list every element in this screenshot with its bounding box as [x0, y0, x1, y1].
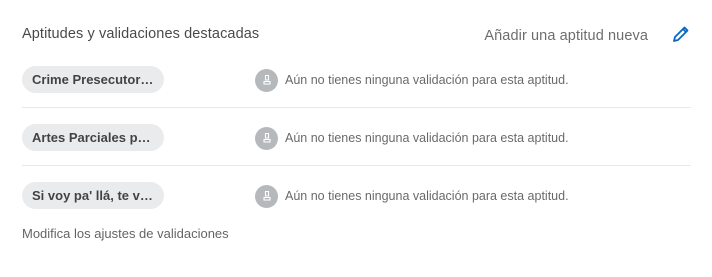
endorsement-text: Aún no tienes ninguna validación para es…	[285, 189, 569, 203]
endorsement-status: Aún no tienes ninguna validación para es…	[255, 184, 569, 208]
skill-pill[interactable]: Artes Parciales pa,...	[22, 124, 164, 151]
edit-skills-button[interactable]	[670, 23, 692, 45]
person-icon	[255, 68, 278, 92]
endorsement-settings-link[interactable]: Modifica los ajustes de validaciones	[22, 226, 229, 241]
skill-pill[interactable]: Crime Presecutor -...	[22, 66, 164, 93]
skill-label: Crime Presecutor -...	[32, 72, 154, 87]
section-title: Aptitudes y validaciones destacadas	[22, 26, 260, 42]
person-icon	[255, 126, 278, 150]
skill-row: Artes Parciales pa,... Aún no tienes nin…	[22, 108, 691, 166]
skills-list: Crime Presecutor -... Aún no tienes ning…	[22, 50, 691, 224]
endorsement-text: Aún no tienes ninguna validación para es…	[285, 73, 569, 87]
endorsement-text: Aún no tienes ninguna validación para es…	[285, 131, 569, 145]
skill-label: Si voy pa' llá, te va...	[32, 188, 154, 203]
endorsement-status: Aún no tienes ninguna validación para es…	[255, 126, 569, 150]
endorsement-status: Aún no tienes ninguna validación para es…	[255, 68, 569, 92]
skills-card: Aptitudes y validaciones destacadas Añad…	[0, 0, 712, 277]
pencil-icon	[673, 26, 689, 42]
skill-label: Artes Parciales pa,...	[32, 130, 154, 145]
skill-row: Crime Presecutor -... Aún no tienes ning…	[22, 50, 691, 108]
skills-header: Aptitudes y validaciones destacadas Añad…	[22, 25, 694, 47]
add-skill-link[interactable]: Añadir una aptitud nueva	[484, 27, 648, 45]
skill-row: Si voy pa' llá, te va... Aún no tienes n…	[22, 166, 691, 224]
skill-pill[interactable]: Si voy pa' llá, te va...	[22, 182, 164, 209]
person-icon	[255, 184, 278, 208]
